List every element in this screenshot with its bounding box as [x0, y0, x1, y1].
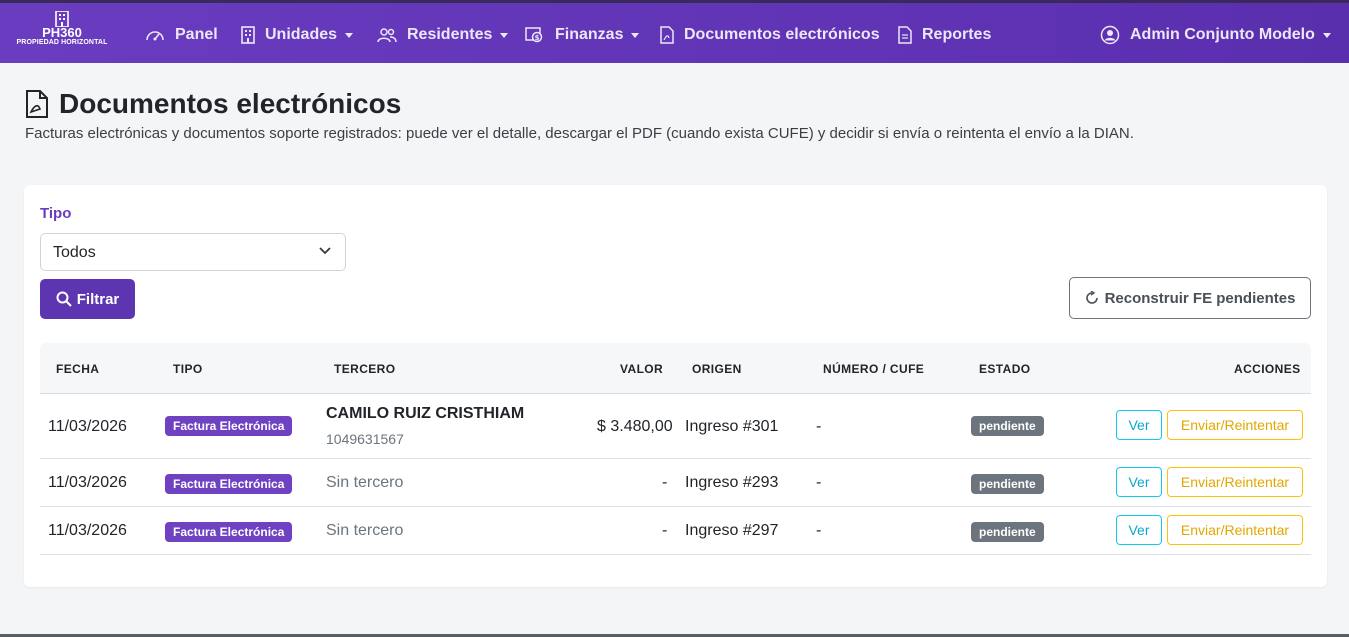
nav-item-label: Documentos electrónicos — [684, 26, 880, 43]
cell-fecha: 11/03/2026 — [48, 522, 127, 539]
table-row: 11/03/2026 Factura Electrónica Sin terce… — [40, 459, 1311, 507]
building-icon — [241, 26, 255, 44]
user-circle-icon — [1100, 25, 1120, 45]
page-header: Documentos electrónicos — [25, 88, 401, 120]
file-text-icon — [898, 26, 912, 44]
tipo-select-value: Todos — [53, 244, 96, 261]
table-row: 11/03/2026 Factura Electrónica CAMILO RU… — [40, 394, 1311, 459]
file-pdf-icon — [660, 26, 674, 44]
cell-tercero: CAMILO RUIZ CRISTHIAM — [326, 405, 525, 422]
cell-valor: $ 3.480,00 — [597, 418, 673, 435]
nav-item-label: Reportes — [922, 26, 992, 43]
cell-numero: - — [816, 418, 822, 435]
nav-item-finanzas[interactable]: $ Finanzas — [525, 24, 640, 46]
cash-icon: $ — [525, 27, 543, 43]
table-row: 11/03/2026 Factura Electrónica Sin terce… — [40, 507, 1311, 555]
svg-text:$: $ — [535, 34, 540, 42]
nav-item-label: Finanzas — [555, 26, 624, 43]
tipo-label: Tipo — [40, 205, 72, 222]
chevron-down-icon — [345, 32, 354, 38]
col-fecha[interactable]: FECHA — [56, 362, 99, 376]
view-button[interactable]: Ver — [1116, 515, 1162, 545]
documents-card: Tipo Todos Filtrar Reconstruir FE pendie… — [24, 185, 1327, 587]
cell-tercero-id: 1049631567 — [326, 431, 404, 447]
chevron-down-icon — [319, 247, 331, 255]
table-header: FECHA TIPO TERCERO VALOR ORIGEN NÚMERO /… — [40, 343, 1311, 394]
send-retry-button[interactable]: Enviar/Reintentar — [1167, 410, 1303, 440]
col-origen[interactable]: ORIGEN — [692, 362, 742, 376]
rebuild-pending-button[interactable]: Reconstruir FE pendientes — [1069, 277, 1311, 319]
status-badge: pendiente — [971, 416, 1044, 436]
cell-origen: Ingreso #301 — [685, 418, 779, 435]
col-tipo[interactable]: TIPO — [173, 362, 203, 376]
cell-origen: Ingreso #297 — [685, 522, 779, 539]
status-badge: pendiente — [971, 474, 1044, 494]
send-retry-button[interactable]: Enviar/Reintentar — [1167, 515, 1303, 545]
user-name: Admin Conjunto Modelo — [1130, 26, 1315, 43]
page-subtitle: Facturas electrónicas y documentos sopor… — [25, 125, 1134, 142]
col-tercero[interactable]: TERCERO — [334, 362, 395, 376]
type-badge: Factura Electrónica — [165, 522, 293, 542]
status-badge: pendiente — [971, 522, 1044, 542]
col-acciones: ACCIONES — [1234, 362, 1301, 376]
people-icon — [377, 28, 397, 43]
chevron-down-icon — [500, 32, 509, 38]
filter-button-label: Filtrar — [76, 290, 120, 308]
nav-item-label: Unidades — [265, 26, 338, 43]
col-valor[interactable]: VALOR — [620, 362, 663, 376]
cell-numero: - — [816, 474, 822, 491]
cell-fecha: 11/03/2026 — [48, 474, 127, 491]
send-retry-button[interactable]: Enviar/Reintentar — [1167, 467, 1303, 497]
brand-name: PH360 — [42, 25, 82, 40]
top-navbar: PH360 PROPIEDAD HORIZONTAL Panel Unidade… — [0, 0, 1349, 63]
col-numero-cufe[interactable]: NÚMERO / CUFE — [823, 362, 924, 376]
nav-item-residentes[interactable]: Residentes — [377, 24, 509, 46]
page-title: Documentos electrónicos — [59, 88, 402, 119]
nav-item-panel[interactable]: Panel — [145, 24, 218, 46]
user-menu[interactable]: Admin Conjunto Modelo — [1100, 24, 1331, 46]
nav-item-reportes[interactable]: Reportes — [898, 24, 991, 46]
chevron-down-icon — [631, 32, 640, 38]
refresh-icon — [1085, 291, 1098, 304]
cell-fecha: 11/03/2026 — [48, 418, 127, 435]
col-estado[interactable]: ESTADO — [979, 362, 1031, 376]
tipo-select[interactable]: Todos — [40, 233, 346, 271]
cell-valor: - — [662, 474, 668, 491]
nav-item-label: Residentes — [407, 26, 493, 43]
type-badge: Factura Electrónica — [165, 474, 293, 494]
cell-tercero: Sin tercero — [326, 474, 404, 491]
gauge-icon — [146, 31, 164, 41]
cell-valor: - — [662, 522, 668, 539]
brand-logo[interactable]: PH360 PROPIEDAD HORIZONTAL — [12, 11, 112, 57]
cell-tercero: Sin tercero — [326, 522, 404, 539]
cell-numero: - — [816, 522, 822, 539]
chevron-down-icon — [1322, 32, 1331, 38]
cell-origen: Ingreso #293 — [685, 474, 779, 491]
search-icon — [56, 291, 72, 307]
nav-item-unidades[interactable]: Unidades — [241, 24, 354, 46]
file-pdf-icon — [26, 90, 48, 118]
view-button[interactable]: Ver — [1116, 467, 1162, 497]
filter-button[interactable]: Filtrar — [40, 279, 135, 319]
view-button[interactable]: Ver — [1116, 410, 1162, 440]
type-badge: Factura Electrónica — [165, 416, 293, 436]
nav-item-documentos[interactable]: Documentos electrónicos — [660, 24, 880, 46]
brand-tagline: PROPIEDAD HORIZONTAL — [16, 39, 108, 46]
nav-item-label: Panel — [175, 26, 218, 43]
rebuild-button-label: Reconstruir FE pendientes — [1104, 289, 1296, 307]
